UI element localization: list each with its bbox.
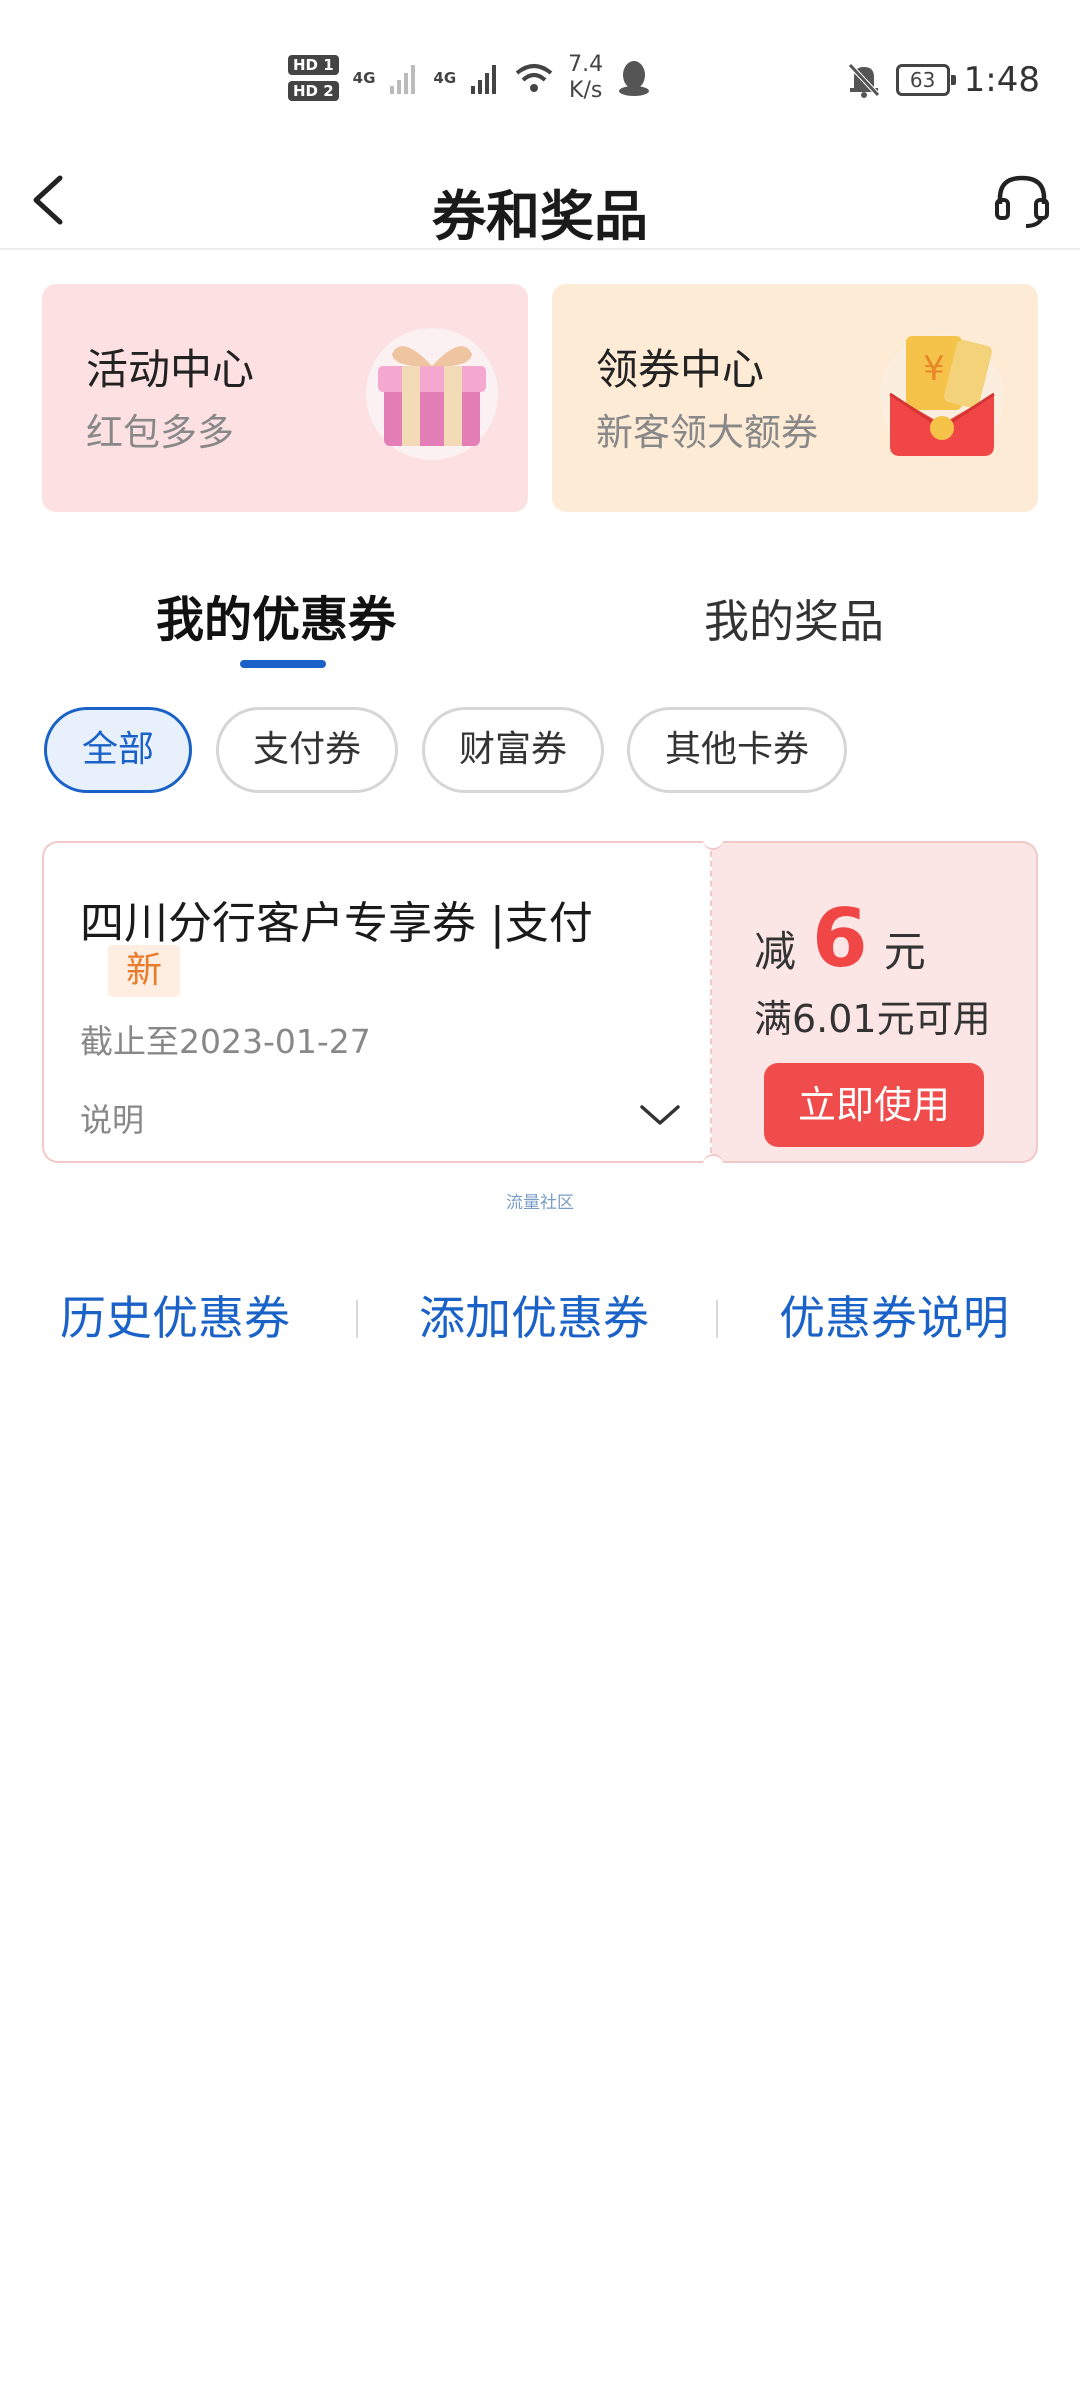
coupon-info: 四川分行客户专享券 |支付 新 截止至2023-01-27 说明 [42, 841, 712, 1163]
svg-text:¥: ¥ [923, 349, 945, 389]
link-divider [356, 1300, 358, 1338]
discount-unit: 元 [883, 927, 926, 976]
filter-other-cards[interactable]: 其他卡券 [627, 707, 847, 793]
activity-center-card[interactable]: 活动中心 红包多多 [42, 284, 528, 512]
coupon-center-subtitle: 新客领大额券 [596, 411, 818, 454]
gift-box-icon [366, 328, 498, 460]
status-left: HD 1 HD 2 4G 4G 7.4 K/s [288, 48, 651, 108]
sim2-label: HD 2 [288, 81, 339, 101]
watermark: 流量社区 [506, 1193, 574, 1213]
speed-unit: K/s [569, 78, 603, 103]
sim-indicators: HD 1 HD 2 [288, 55, 339, 101]
red-envelope-icon: ¥ [880, 334, 1004, 458]
signal1-icon [390, 65, 416, 94]
sim1-label: HD 1 [288, 55, 339, 75]
coupon-notch-bottom [703, 1154, 723, 1174]
coupon-notch-top [703, 830, 723, 850]
filter-payment-coupons[interactable]: 支付券 [216, 707, 398, 793]
status-right: 63 1:48 [846, 52, 1040, 108]
history-coupons-link[interactable]: 历史优惠券 [60, 1282, 290, 1348]
link-divider [716, 1300, 718, 1338]
chevron-down-icon[interactable] [638, 1101, 682, 1129]
coupon-info-link[interactable]: 优惠券说明 [779, 1282, 1009, 1348]
qq-icon [619, 61, 650, 96]
activity-center-title: 活动中心 [86, 345, 255, 394]
coupon-center-card[interactable]: 领券中心 新客领大额券 ¥ [552, 284, 1038, 512]
use-now-button[interactable]: 立即使用 [764, 1063, 984, 1147]
mute-bell-icon [847, 63, 880, 98]
filter-all[interactable]: 全部 [44, 707, 192, 793]
speed-value: 7.4 [568, 52, 604, 77]
discount-prefix: 减 [754, 927, 797, 976]
tab-my-coupons[interactable]: 我的优惠券 [156, 580, 396, 650]
clock: 1:48 [963, 60, 1040, 100]
headset-icon [995, 175, 1049, 228]
coupon-center-title: 领券中心 [596, 345, 765, 394]
bottom-links: 历史优惠券 添加优惠券 优惠券说明 [0, 1282, 1080, 1352]
network1-label: 4G [352, 69, 376, 87]
wifi-icon [515, 64, 553, 92]
customer-service-button[interactable] [992, 170, 1052, 230]
battery-indicator: 63 [895, 64, 956, 96]
network2-label: 4G [433, 69, 457, 87]
usage-condition: 满6.01元可用 [754, 997, 991, 1041]
network-speed: 7.4 K/s [568, 52, 603, 104]
discount-value: 6 [812, 892, 868, 985]
filter-wealth-coupons[interactable]: 财富券 [422, 707, 604, 793]
add-coupon-link[interactable]: 添加优惠券 [419, 1282, 649, 1348]
coupon-expiry: 截止至2023-01-27 [80, 1022, 371, 1061]
activity-center-subtitle: 红包多多 [86, 411, 234, 454]
status-bar: HD 1 HD 2 4G 4G 7.4 K/s 63 1:48 [0, 0, 1080, 150]
active-tab-indicator [240, 660, 326, 668]
app-header: 券和奖品 [0, 150, 1080, 250]
coupon-card: 四川分行客户专享券 |支付 新 截止至2023-01-27 说明 减 6 元 满… [42, 830, 1038, 1174]
tab-my-prizes[interactable]: 我的奖品 [704, 585, 884, 650]
coupons-prizes-page: HD 1 HD 2 4G 4G 7.4 K/s 63 1:48 券和奖品 活动中… [0, 0, 1080, 2400]
coupon-value-panel: 减 6 元 满6.01元可用 立即使用 [712, 841, 1038, 1163]
signal2-icon [471, 65, 497, 94]
coupon-description-toggle[interactable]: 说明 [80, 1095, 144, 1141]
new-badge: 新 [108, 945, 180, 997]
page-title: 券和奖品 [432, 185, 648, 248]
discount-amount: 减 6 元 [754, 899, 926, 979]
coupon-name: 四川分行客户专享券 |支付 [80, 898, 593, 949]
